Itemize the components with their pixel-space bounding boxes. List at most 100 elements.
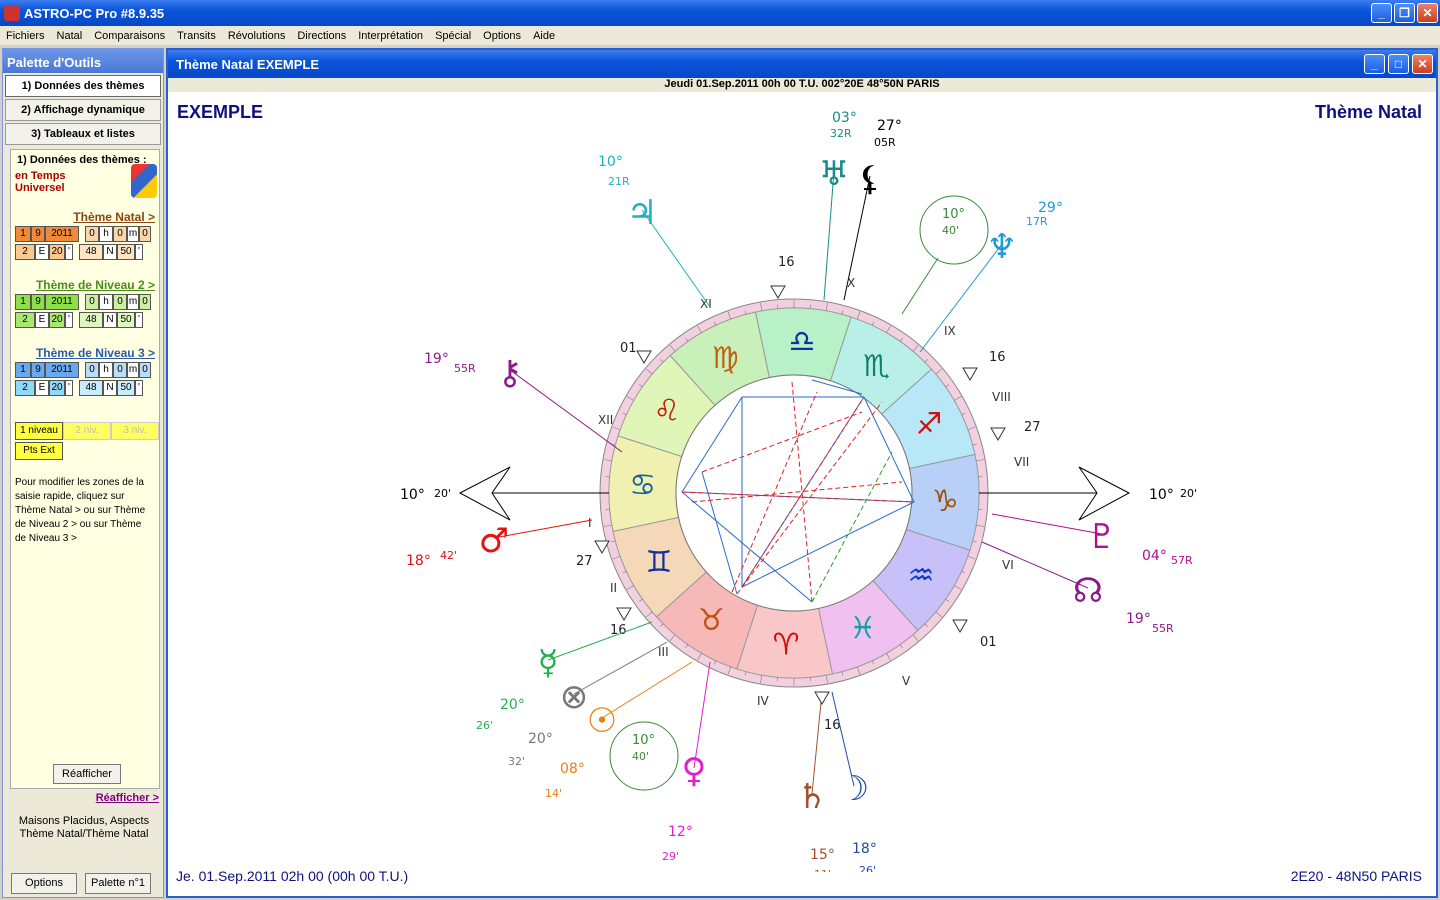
planet-minute: 05R (874, 136, 896, 149)
natal-coord-row: 2 E 20 ' 48 N 50 ' (15, 244, 159, 260)
circle-point-degree: 10° (632, 733, 655, 748)
planet-pointer-line (509, 369, 623, 453)
menu-aide[interactable]: Aide (527, 30, 561, 42)
menu-special[interactable]: Spécial (429, 30, 477, 42)
planet-glyph: ☊ (1073, 571, 1103, 611)
time-sec[interactable]: 0 (139, 226, 151, 242)
theme-natal-link[interactable]: Thème Natal > (11, 210, 159, 224)
n3-hour[interactable]: 0 (85, 362, 99, 378)
n2-sec[interactable]: 0 (139, 294, 151, 310)
tool-palette: Palette d'Outils 1) Données des thèmes 2… (2, 48, 164, 898)
planet-glyph: ☽ (839, 769, 869, 809)
n3-month[interactable]: 9 (31, 362, 45, 378)
n3-date-row: 1 9 2011 0 h 0 m 0 (15, 362, 159, 378)
n3-year[interactable]: 2011 (45, 362, 79, 378)
time-min[interactable]: 0 (113, 226, 127, 242)
descendant-degree: 10° (1149, 487, 1174, 503)
n2-day[interactable]: 1 (15, 294, 31, 310)
n3-lon-deg[interactable]: 2 (15, 380, 35, 396)
minimize-button[interactable]: _ (1371, 3, 1392, 23)
n3-m: m (127, 362, 139, 378)
n3-day[interactable]: 1 (15, 362, 31, 378)
zodiac-sign-glyph: ♐ (916, 407, 943, 442)
n3-lat-min[interactable]: 50 (117, 380, 135, 396)
chart-maximize-button[interactable]: □ (1388, 54, 1409, 74)
n2-lat-deg[interactable]: 48 (79, 312, 103, 328)
n2-lon-dir[interactable]: E (35, 312, 49, 328)
chart-window: Thème Natal EXEMPLE _ □ ✕ Jeudi 01.Sep.2… (166, 48, 1438, 898)
menu-transits[interactable]: Transits (171, 30, 222, 42)
n3-sec[interactable]: 0 (139, 362, 151, 378)
n2-year[interactable]: 2011 (45, 294, 79, 310)
planet-degree: 04° (1142, 548, 1167, 564)
lat-deg[interactable]: 48 (79, 244, 103, 260)
date-month[interactable]: 9 (31, 226, 45, 242)
n2-lat-dir[interactable]: N (103, 312, 117, 328)
palette-n1-button[interactable]: Palette n°1 (85, 873, 151, 894)
house-cusp-number: 16 (610, 623, 627, 638)
menu-options[interactable]: Options (477, 30, 527, 42)
n3-lat-dir[interactable]: N (103, 380, 117, 396)
zodiac-sign-glyph: ♎ (788, 325, 815, 360)
zodiac-sign-glyph: ♌ (653, 393, 680, 428)
tab-donnees-themes[interactable]: 1) Données des thèmes (5, 75, 161, 97)
n3-lon-dir[interactable]: E (35, 380, 49, 396)
date-day[interactable]: 1 (15, 226, 31, 242)
date-year[interactable]: 2011 (45, 226, 79, 242)
lat-dir[interactable]: N (103, 244, 117, 260)
menu-comparaisons[interactable]: Comparaisons (88, 30, 171, 42)
time-hour[interactable]: 0 (85, 226, 99, 242)
n2-min[interactable]: 0 (113, 294, 127, 310)
theme-n2-link[interactable]: Thème de Niveau 2 > (11, 278, 159, 292)
close-button[interactable]: ✕ (1417, 3, 1438, 23)
reafficher-link[interactable]: Réafficher > (96, 792, 159, 804)
level-2-button[interactable]: 2 niv. (63, 422, 111, 440)
level-1-button[interactable]: 1 niveau (15, 422, 63, 440)
planet-degree: 29° (1038, 200, 1063, 216)
zodiac-sign-glyph: ♍ (712, 341, 739, 376)
options-button[interactable]: Options (11, 873, 77, 894)
footer-info-2: Thème Natal/Thème Natal (19, 828, 149, 840)
n3-lon-min[interactable]: 20 (49, 380, 65, 396)
menu-fichiers[interactable]: Fichiers (0, 30, 51, 42)
menu-natal[interactable]: Natal (51, 30, 89, 42)
house-cusp-marker (952, 619, 968, 633)
chart-info-line: Jeudi 01.Sep.2011 00h 00 T.U. 002°20E 48… (168, 78, 1436, 92)
n3-lat-deg[interactable]: 48 (79, 380, 103, 396)
app-titlebar: ASTRO-PC Pro #8.9.35 _ ❐ ✕ (0, 0, 1440, 26)
restore-button[interactable]: ❐ (1394, 3, 1415, 23)
menu-interpretation[interactable]: Interprétation (352, 30, 429, 42)
planet-minute: 26' (859, 864, 876, 872)
house-cusp-number: 16 (824, 718, 841, 733)
n3-min[interactable]: 0 (113, 362, 127, 378)
chart-close-button[interactable]: ✕ (1412, 54, 1433, 74)
theme-n3-link[interactable]: Thème de Niveau 3 > (11, 346, 159, 360)
tab-tableaux-listes[interactable]: 3) Tableaux et listes (5, 123, 161, 145)
reafficher-button[interactable]: Réafficher (53, 764, 121, 784)
lon-dir[interactable]: E (35, 244, 49, 260)
tab-affichage-dynamique[interactable]: 2) Affichage dynamique (5, 99, 161, 121)
planet-glyph: ♅ (819, 154, 849, 194)
lon-deg[interactable]: 2 (15, 244, 35, 260)
app-icon (4, 5, 20, 21)
house-numeral: III (658, 645, 669, 659)
planet-pointer-line (547, 621, 653, 661)
planet-glyph: ⊗ (560, 677, 589, 717)
pts-ext-button[interactable]: Pts Ext (15, 442, 63, 460)
zodiac-sign-glyph: ♑ (932, 484, 959, 519)
lon-min[interactable]: 20 (49, 244, 65, 260)
n2-lon-min[interactable]: 20 (49, 312, 65, 328)
level-3-button[interactable]: 3 niv. (111, 422, 159, 440)
zodiac-sign-glyph: ♉ (698, 603, 725, 638)
planet-minute: 26' (476, 719, 493, 732)
menu-revolutions[interactable]: Révolutions (222, 30, 291, 42)
planet-degree: 27° (877, 118, 902, 134)
n2-month[interactable]: 9 (31, 294, 45, 310)
chart-minimize-button[interactable]: _ (1364, 54, 1385, 74)
house-cusp-marker (814, 691, 830, 705)
menu-directions[interactable]: Directions (291, 30, 352, 42)
n2-lon-deg[interactable]: 2 (15, 312, 35, 328)
lat-min[interactable]: 50 (117, 244, 135, 260)
n2-lat-min[interactable]: 50 (117, 312, 135, 328)
n2-hour[interactable]: 0 (85, 294, 99, 310)
